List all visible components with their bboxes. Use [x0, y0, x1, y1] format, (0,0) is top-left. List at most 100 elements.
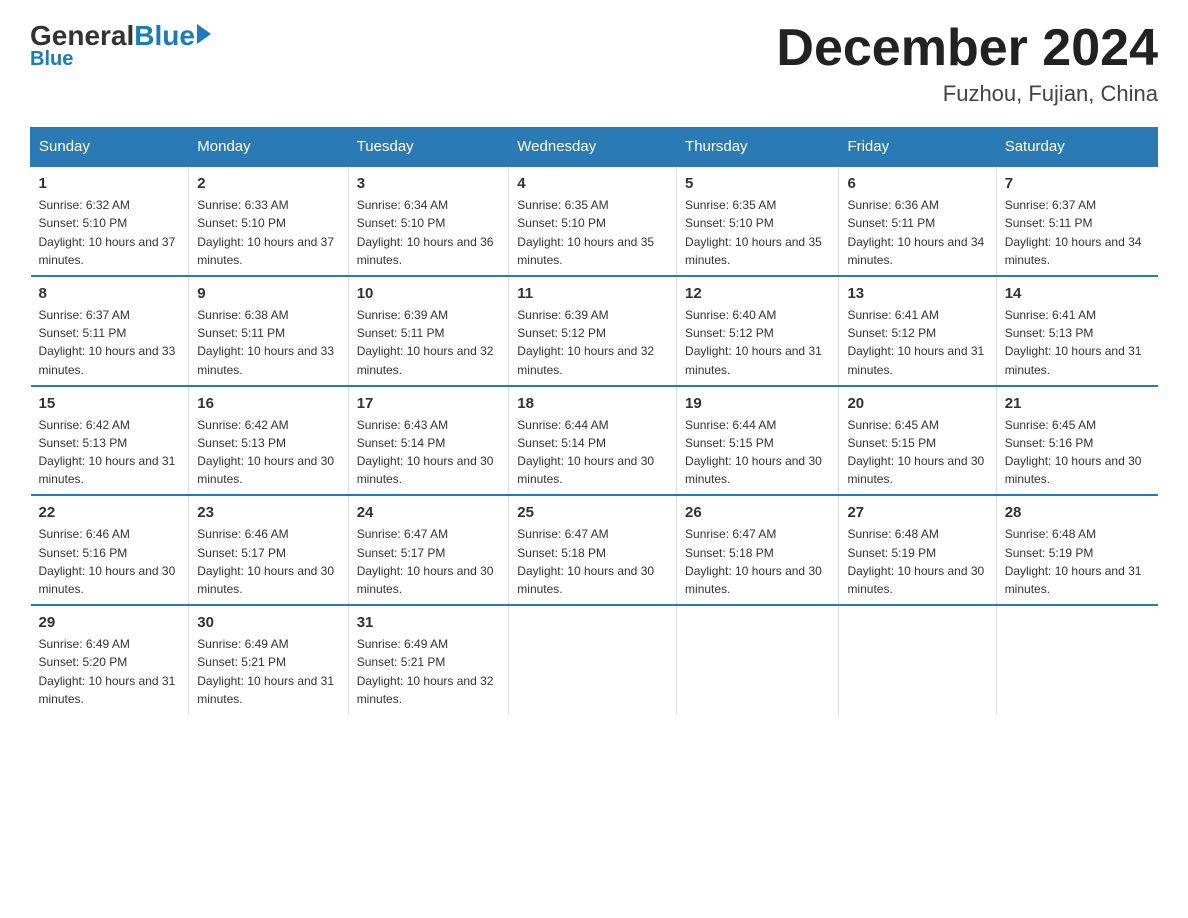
page-title: December 2024 — [776, 20, 1158, 77]
day-info: Sunrise: 6:32 AMSunset: 5:10 PMDaylight:… — [39, 198, 176, 267]
day-number: 30 — [197, 612, 339, 633]
calendar-cell: 7 Sunrise: 6:37 AMSunset: 5:11 PMDaylight… — [996, 166, 1157, 276]
day-info: Sunrise: 6:42 AMSunset: 5:13 PMDaylight:… — [197, 418, 334, 487]
day-number: 29 — [39, 612, 181, 633]
calendar-week-row: 8 Sunrise: 6:37 AMSunset: 5:11 PMDaylight… — [31, 276, 1158, 386]
day-number: 14 — [1005, 283, 1150, 304]
day-info: Sunrise: 6:38 AMSunset: 5:11 PMDaylight:… — [197, 308, 334, 377]
day-number: 25 — [517, 502, 668, 523]
day-number: 13 — [847, 283, 987, 304]
calendar-cell: 1 Sunrise: 6:32 AMSunset: 5:10 PMDaylight… — [31, 166, 189, 276]
day-info: Sunrise: 6:44 AMSunset: 5:14 PMDaylight:… — [517, 418, 654, 487]
day-info: Sunrise: 6:37 AMSunset: 5:11 PMDaylight:… — [1005, 198, 1142, 267]
day-info: Sunrise: 6:48 AMSunset: 5:19 PMDaylight:… — [847, 527, 984, 596]
calendar-cell: 22 Sunrise: 6:46 AMSunset: 5:16 PMDayligh… — [31, 495, 189, 605]
col-wednesday: Wednesday — [509, 128, 677, 167]
day-info: Sunrise: 6:39 AMSunset: 5:12 PMDaylight:… — [517, 308, 654, 377]
calendar-cell: 9 Sunrise: 6:38 AMSunset: 5:11 PMDaylight… — [189, 276, 348, 386]
day-info: Sunrise: 6:47 AMSunset: 5:18 PMDaylight:… — [517, 527, 654, 596]
calendar-cell: 13Sunrise: 6:41 AMSunset: 5:12 PMDayligh… — [839, 276, 996, 386]
calendar-cell: 2Sunrise: 6:33 AMSunset: 5:10 PMDaylight… — [189, 166, 348, 276]
calendar-cell: 24 Sunrise: 6:47 AMSunset: 5:17 PMDayligh… — [348, 495, 509, 605]
day-info: Sunrise: 6:46 AMSunset: 5:16 PMDaylight:… — [39, 527, 176, 596]
calendar-cell: 16Sunrise: 6:42 AMSunset: 5:13 PMDayligh… — [189, 386, 348, 496]
day-number: 23 — [197, 502, 339, 523]
day-info: Sunrise: 6:49 AMSunset: 5:21 PMDaylight:… — [197, 637, 334, 706]
day-info: Sunrise: 6:45 AMSunset: 5:16 PMDaylight:… — [1005, 418, 1142, 487]
day-number: 17 — [357, 393, 501, 414]
day-number: 12 — [685, 283, 830, 304]
calendar-cell: 11 Sunrise: 6:39 AMSunset: 5:12 PMDayligh… — [509, 276, 677, 386]
col-friday: Friday — [839, 128, 996, 167]
title-block: December 2024 Fuzhou, Fujian, China — [776, 20, 1158, 107]
calendar-cell — [996, 605, 1157, 714]
day-info: Sunrise: 6:47 AMSunset: 5:17 PMDaylight:… — [357, 527, 494, 596]
day-number: 19 — [685, 393, 830, 414]
logo-subtitle: Blue — [30, 48, 73, 71]
calendar-table: Sunday Monday Tuesday Wednesday Thursday… — [30, 127, 1158, 714]
col-thursday: Thursday — [677, 128, 839, 167]
calendar-cell: 31 Sunrise: 6:49 AMSunset: 5:21 PMDayligh… — [348, 605, 509, 714]
day-number: 21 — [1005, 393, 1150, 414]
calendar-cell: 6 Sunrise: 6:36 AMSunset: 5:11 PMDaylight… — [839, 166, 996, 276]
day-number: 4 — [517, 173, 668, 194]
day-info: Sunrise: 6:46 AMSunset: 5:17 PMDaylight:… — [197, 527, 334, 596]
calendar-cell — [677, 605, 839, 714]
calendar-cell: 26 Sunrise: 6:47 AMSunset: 5:18 PMDayligh… — [677, 495, 839, 605]
day-number: 5 — [685, 173, 830, 194]
day-info: Sunrise: 6:44 AMSunset: 5:15 PMDaylight:… — [685, 418, 822, 487]
day-info: Sunrise: 6:49 AMSunset: 5:21 PMDaylight:… — [357, 637, 494, 706]
calendar-week-row: 15 Sunrise: 6:42 AMSunset: 5:13 PMDayligh… — [31, 386, 1158, 496]
logo-arrow-icon — [197, 24, 211, 44]
day-number: 11 — [517, 283, 668, 304]
day-number: 24 — [357, 502, 501, 523]
calendar-cell — [839, 605, 996, 714]
calendar-cell: 21 Sunrise: 6:45 AMSunset: 5:16 PMDayligh… — [996, 386, 1157, 496]
day-info: Sunrise: 6:47 AMSunset: 5:18 PMDaylight:… — [685, 527, 822, 596]
day-info: Sunrise: 6:45 AMSunset: 5:15 PMDaylight:… — [847, 418, 984, 487]
calendar-cell: 18 Sunrise: 6:44 AMSunset: 5:14 PMDayligh… — [509, 386, 677, 496]
calendar-cell: 15Sunrise: 6:42 AMSunset: 5:13 PMDayligh… — [31, 386, 189, 496]
calendar-cell: 3 Sunrise: 6:34 AMSunset: 5:10 PMDaylight… — [348, 166, 509, 276]
day-info: Sunrise: 6:41 AMSunset: 5:13 PMDaylight:… — [1005, 308, 1142, 377]
day-number: 7 — [1005, 173, 1150, 194]
day-info: Sunrise: 6:36 AMSunset: 5:11 PMDaylight:… — [847, 198, 984, 267]
day-number: 6 — [847, 173, 987, 194]
calendar-cell: 28Sunrise: 6:48 AMSunset: 5:19 PMDayligh… — [996, 495, 1157, 605]
day-number: 22 — [39, 502, 181, 523]
calendar-cell: 29Sunrise: 6:49 AMSunset: 5:20 PMDayligh… — [31, 605, 189, 714]
day-number: 1 — [39, 173, 181, 194]
calendar-cell: 12Sunrise: 6:40 AMSunset: 5:12 PMDayligh… — [677, 276, 839, 386]
day-number: 26 — [685, 502, 830, 523]
day-info: Sunrise: 6:39 AMSunset: 5:11 PMDaylight:… — [357, 308, 494, 377]
day-number: 15 — [39, 393, 181, 414]
calendar-cell: 25 Sunrise: 6:47 AMSunset: 5:18 PMDayligh… — [509, 495, 677, 605]
day-info: Sunrise: 6:35 AMSunset: 5:10 PMDaylight:… — [517, 198, 654, 267]
calendar-cell — [509, 605, 677, 714]
page-header: General Blue Blue December 2024 Fuzhou, … — [30, 20, 1158, 107]
calendar-cell: 4 Sunrise: 6:35 AMSunset: 5:10 PMDaylight… — [509, 166, 677, 276]
calendar-cell: 27Sunrise: 6:48 AMSunset: 5:19 PMDayligh… — [839, 495, 996, 605]
day-number: 20 — [847, 393, 987, 414]
day-number: 8 — [39, 283, 181, 304]
day-number: 31 — [357, 612, 501, 633]
page-subtitle: Fuzhou, Fujian, China — [776, 81, 1158, 107]
day-number: 28 — [1005, 502, 1150, 523]
day-info: Sunrise: 6:37 AMSunset: 5:11 PMDaylight:… — [39, 308, 176, 377]
day-number: 9 — [197, 283, 339, 304]
day-info: Sunrise: 6:43 AMSunset: 5:14 PMDaylight:… — [357, 418, 494, 487]
calendar-cell: 10 Sunrise: 6:39 AMSunset: 5:11 PMDayligh… — [348, 276, 509, 386]
calendar-cell: 5 Sunrise: 6:35 AMSunset: 5:10 PMDaylight… — [677, 166, 839, 276]
col-saturday: Saturday — [996, 128, 1157, 167]
calendar-cell: 19 Sunrise: 6:44 AMSunset: 5:15 PMDayligh… — [677, 386, 839, 496]
day-info: Sunrise: 6:34 AMSunset: 5:10 PMDaylight:… — [357, 198, 494, 267]
day-number: 18 — [517, 393, 668, 414]
day-number: 10 — [357, 283, 501, 304]
calendar-cell: 20 Sunrise: 6:45 AMSunset: 5:15 PMDayligh… — [839, 386, 996, 496]
logo-blue-text: Blue — [134, 20, 195, 52]
calendar-week-row: 29Sunrise: 6:49 AMSunset: 5:20 PMDayligh… — [31, 605, 1158, 714]
day-info: Sunrise: 6:35 AMSunset: 5:10 PMDaylight:… — [685, 198, 822, 267]
calendar-week-row: 22 Sunrise: 6:46 AMSunset: 5:16 PMDayligh… — [31, 495, 1158, 605]
day-number: 3 — [357, 173, 501, 194]
calendar-cell: 8 Sunrise: 6:37 AMSunset: 5:11 PMDaylight… — [31, 276, 189, 386]
